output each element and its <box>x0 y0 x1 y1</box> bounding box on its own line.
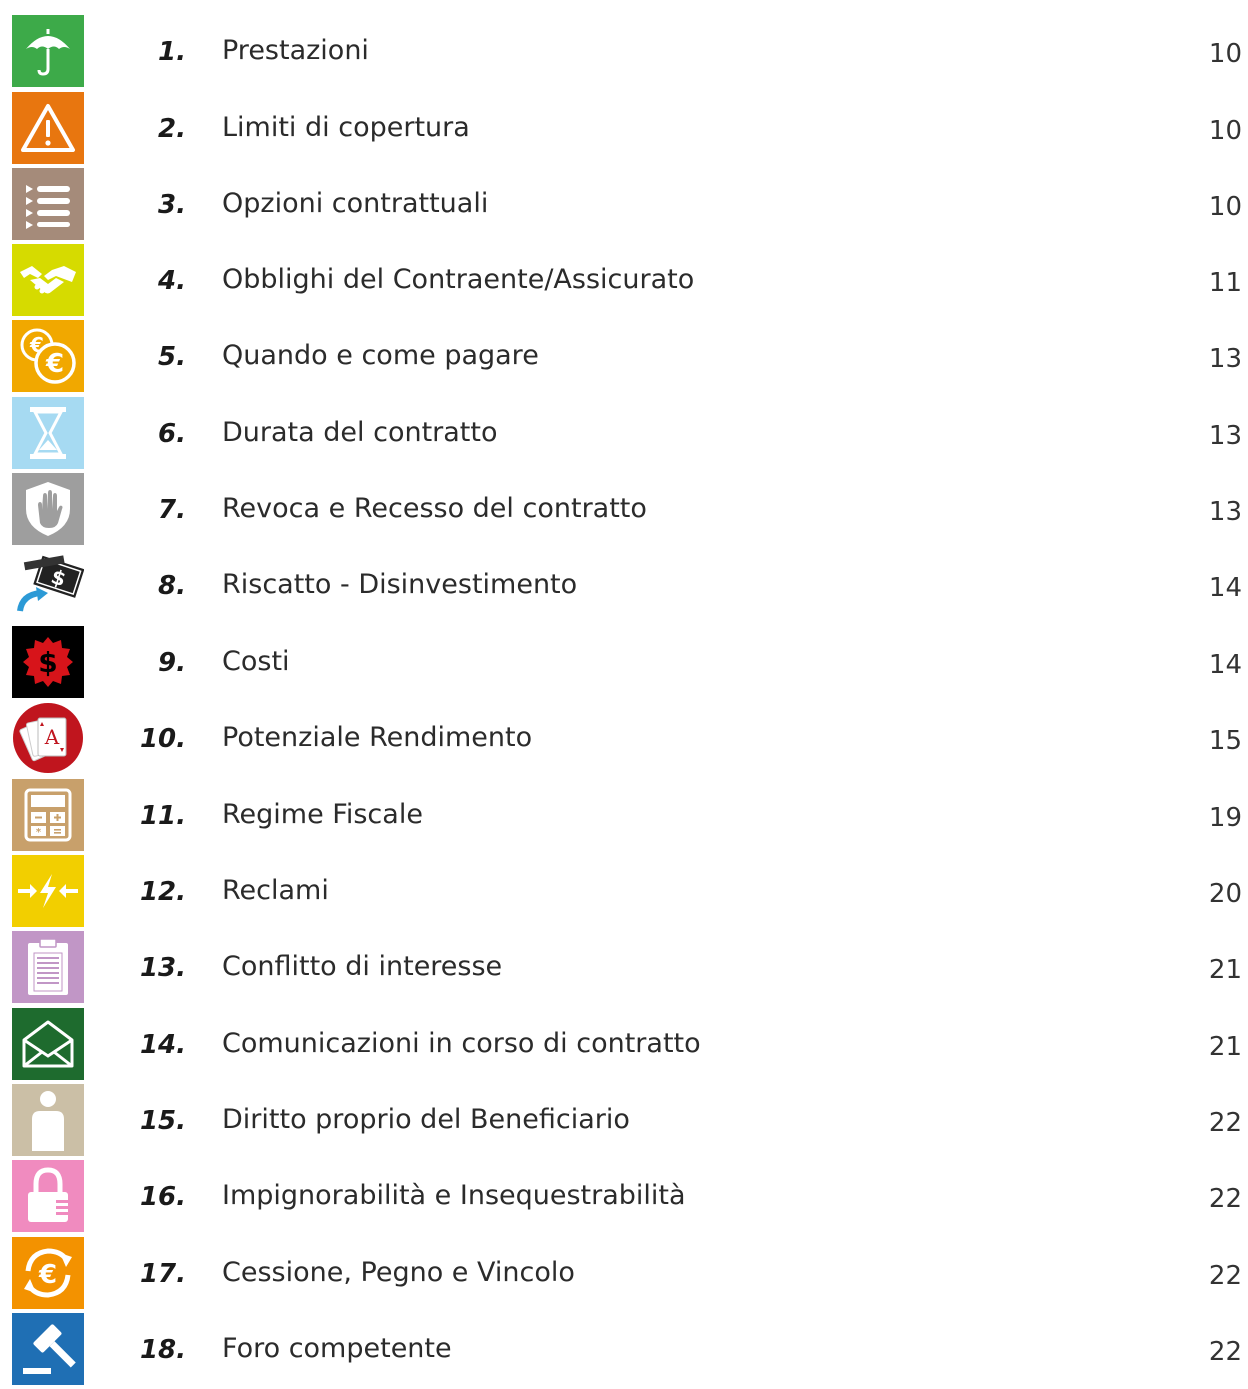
toc-title: Comunicazioni in corso di contratto <box>222 1028 701 1059</box>
toc-title: Cessione, Pegno e Vincolo <box>222 1257 575 1288</box>
toc-number: 7. <box>158 495 186 525</box>
person-icon <box>12 1084 84 1156</box>
toc-number: 13. <box>139 953 186 983</box>
toc-row[interactable]: € € 5. Quando e come pagare 13 <box>0 320 1248 396</box>
toc-page: 22 <box>1208 1337 1242 1367</box>
toc-row[interactable]: 3. Opzioni contrattuali 10 <box>0 168 1248 244</box>
handshake-icon <box>12 244 84 316</box>
toc-title: Durata del contratto <box>222 417 498 448</box>
toc-number: 11. <box>139 801 186 831</box>
toc-number: 15. <box>139 1106 186 1136</box>
umbrella-icon <box>12 15 84 87</box>
toc-row[interactable]: 15. Diritto proprio del Beneficiario 22 <box>0 1084 1248 1160</box>
toc-row[interactable]: 6. Durata del contratto 13 <box>0 397 1248 473</box>
toc-title: Revoca e Recesso del contratto <box>222 493 647 524</box>
toc-number: 16. <box>139 1182 186 1212</box>
list-icon <box>12 168 84 240</box>
dollar-badge-icon: $ <box>12 626 84 698</box>
toc-number: 8. <box>158 571 186 601</box>
toc-number: 3. <box>158 190 186 220</box>
toc-title: Obblighi del Contraente/Assicurato <box>222 264 695 295</box>
toc-page: 22 <box>1208 1261 1242 1291</box>
toc-page: 22 <box>1208 1184 1242 1214</box>
padlock-icon <box>12 1160 84 1232</box>
toc-title: Limiti di copertura <box>222 112 470 143</box>
toc-page: 22 <box>1208 1108 1242 1138</box>
toc-page: 21 <box>1208 955 1242 985</box>
gavel-icon <box>12 1313 84 1385</box>
toc-page: 10 <box>1208 192 1242 222</box>
toc-row[interactable]: $ 9. Costi 14 <box>0 626 1248 702</box>
toc-row[interactable]: 4. Obblighi del Contraente/Assicurato 11 <box>0 244 1248 320</box>
svg-text:€: € <box>38 1260 57 1290</box>
toc-row[interactable]: 13. Conflitto di interesse 21 <box>0 931 1248 1007</box>
toc-row[interactable]: * 11. Regime Fiscale 19 <box>0 779 1248 855</box>
toc-number: 9. <box>158 648 186 678</box>
toc-number: 12. <box>139 877 186 907</box>
toc-row[interactable]: $ 8. Riscatto - Disinvestimento 14 <box>0 549 1248 625</box>
toc-row[interactable]: A 10. Potenziale Rendimento 15 <box>0 702 1248 778</box>
toc-row[interactable]: 1. Prestazioni 10 <box>0 15 1248 91</box>
toc-number: 18. <box>139 1335 186 1365</box>
toc-row[interactable]: 12. Reclami 20 <box>0 855 1248 931</box>
svg-text:A: A <box>44 725 60 749</box>
toc-row[interactable]: 18. Foro competente 22 <box>0 1313 1248 1389</box>
toc-number: 17. <box>139 1259 186 1289</box>
toc-page: 13 <box>1208 421 1242 451</box>
toc-number: 5. <box>158 342 186 372</box>
toc-page: 14 <box>1208 573 1242 603</box>
toc-number: 2. <box>158 114 186 144</box>
toc-page: 14 <box>1208 650 1242 680</box>
toc-page: 11 <box>1208 268 1242 298</box>
money-return-icon: $ <box>12 549 84 621</box>
euro-coins-icon: € € <box>12 320 84 392</box>
conflict-arrows-icon <box>12 855 84 927</box>
toc-title: Foro competente <box>222 1333 452 1364</box>
envelope-icon <box>12 1008 84 1080</box>
toc-title: Regime Fiscale <box>222 799 423 830</box>
toc-number: 1. <box>158 37 186 67</box>
toc-row[interactable]: 16. Impignorabilità e Insequestrabilità … <box>0 1160 1248 1236</box>
clipboard-icon <box>12 931 84 1003</box>
toc-page: 21 <box>1208 1032 1242 1062</box>
toc-number: 6. <box>158 419 186 449</box>
toc-page: 19 <box>1208 803 1242 833</box>
toc-number: 10. <box>139 724 186 754</box>
toc-row[interactable]: 14. Comunicazioni in corso di contratto … <box>0 1008 1248 1084</box>
toc-title: Costi <box>222 646 290 677</box>
toc-page: 10 <box>1208 39 1242 69</box>
toc-page: 10 <box>1208 116 1242 146</box>
toc-page: 13 <box>1208 344 1242 374</box>
calculator-icon: * <box>12 779 84 851</box>
toc-title: Quando e come pagare <box>222 340 539 371</box>
warning-icon <box>12 92 84 164</box>
toc-page: 15 <box>1208 726 1242 756</box>
shield-hand-icon <box>12 473 84 545</box>
hourglass-icon <box>12 397 84 469</box>
playing-cards-icon: A <box>12 702 84 774</box>
toc-number: 14. <box>139 1030 186 1060</box>
svg-text:$: $ <box>38 646 57 679</box>
toc-number: 4. <box>158 266 186 296</box>
toc-row[interactable]: 7. Revoca e Recesso del contratto 13 <box>0 473 1248 549</box>
svg-text:*: * <box>36 827 42 838</box>
toc-title: Impignorabilità e Insequestrabilità <box>222 1180 686 1211</box>
toc-title: Conflitto di interesse <box>222 951 503 982</box>
toc-title: Diritto proprio del Beneficiario <box>222 1104 630 1135</box>
toc-row[interactable]: € 17. Cessione, Pegno e Vincolo 22 <box>0 1237 1248 1313</box>
toc-title: Riscatto - Disinvestimento <box>222 569 578 600</box>
toc-title: Potenziale Rendimento <box>222 722 533 753</box>
toc-title: Opzioni contrattuali <box>222 188 489 219</box>
svg-text:€: € <box>45 349 64 379</box>
toc-page: 20 <box>1208 879 1242 909</box>
toc-row[interactable]: 2. Limiti di copertura 10 <box>0 92 1248 168</box>
toc-title: Reclami <box>222 875 329 906</box>
toc-page: 13 <box>1208 497 1242 527</box>
euro-cycle-icon: € <box>12 1237 84 1309</box>
toc-title: Prestazioni <box>222 35 369 66</box>
